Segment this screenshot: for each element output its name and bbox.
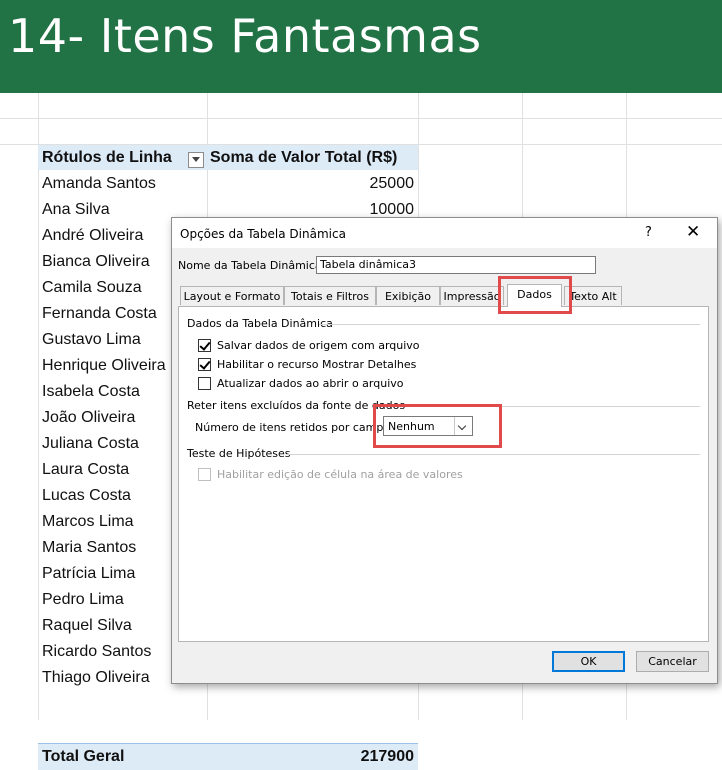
tab-panel-data: Dados da Tabela Dinâmica Salvar dados de… [178,306,709,642]
values-header: Soma de Valor Total (R$) [210,149,398,166]
row-label: Ana Silva [42,201,110,218]
row-label: Thiago Oliveira [42,669,150,686]
grand-total-row[interactable]: Total Geral 217900 [38,743,418,770]
refresh-on-open-label[interactable]: Atualizar dados ao abrir o arquivo [217,377,404,390]
cancel-button[interactable]: Cancelar [636,651,709,672]
highlight-retain-select [373,404,502,448]
row-label: Raquel Silva [42,617,132,634]
tab-printing[interactable]: Impressão [440,286,504,305]
show-details-checkbox[interactable] [198,358,211,371]
save-source-label[interactable]: Salvar dados de origem com arquivo [217,339,420,352]
row-label: Henrique Oliveira [42,357,166,374]
row-label: Juliana Costa [42,435,139,452]
separator [287,454,700,455]
page-title: 14- Itens Fantasmas [8,9,482,63]
pivot-name-field[interactable]: Tabela dinâmica3 [316,256,596,274]
enable-cell-edit-checkbox[interactable] [198,468,211,481]
separator [319,324,700,325]
ok-button[interactable]: OK [552,651,625,672]
row-label: Ricardo Santos [42,643,152,660]
show-details-label[interactable]: Habilitar o recurso Mostrar Detalhes [217,358,416,371]
filter-dropdown-icon[interactable] [188,152,204,168]
grand-total-value: 217900 [360,748,414,765]
section-pivot-data: Dados da Tabela Dinâmica [187,317,333,330]
pivot-header: Rótulos de Linha Soma de Valor Total (R$… [38,145,418,170]
row-label: João Oliveira [42,409,136,426]
title-banner: 14- Itens Fantasmas [0,0,722,93]
tab-display[interactable]: Exibição [376,286,440,305]
pivot-row[interactable]: Amanda Santos 25000 [38,171,418,197]
refresh-on-open-checkbox[interactable] [198,377,211,390]
row-label: André Oliveira [42,227,144,244]
row-label: Marcos Lima [42,513,134,530]
row-label: Patrícia Lima [42,565,136,582]
row-label: Bianca Oliveira [42,253,150,270]
tab-layout-format[interactable]: Layout e Formato [180,286,284,305]
row-label: Fernanda Costa [42,305,157,322]
row-label: Camila Souza [42,279,142,296]
row-label: Pedro Lima [42,591,124,608]
row-value: 25000 [369,175,415,192]
enable-cell-edit-label: Habilitar edição de célula na área de va… [217,468,463,481]
help-icon[interactable]: ? [645,225,652,240]
retain-items-label: Número de itens retidos por campo: [195,421,394,434]
pivot-options-dialog[interactable]: Opções da Tabela Dinâmica ? ✕ Nome da Ta… [171,217,718,684]
row-labels-header: Rótulos de Linha [42,149,172,166]
dialog-titlebar[interactable]: Opções da Tabela Dinâmica ? ✕ [172,218,717,248]
row-label: Maria Santos [42,539,137,556]
row-label: Lucas Costa [42,487,131,504]
highlight-data-tab [498,276,572,314]
row-label: Amanda Santos [42,175,156,192]
section-what-if: Teste de Hipóteses [187,447,291,460]
row-label: Laura Costa [42,461,130,478]
close-icon[interactable]: ✕ [686,222,700,242]
save-source-checkbox[interactable] [198,339,211,352]
dialog-title: Opções da Tabela Dinâmica [180,227,346,241]
tab-alt-text[interactable]: Texto Alt [564,286,622,305]
row-label: Gustavo Lima [42,331,141,348]
pivot-name-label: Nome da Tabela Dinâmica: [178,259,326,272]
row-label: Isabela Costa [42,383,140,400]
tab-totals-filters[interactable]: Totais e Filtros [284,286,376,305]
grid-row-line [0,118,722,119]
grand-total-label: Total Geral [42,748,125,765]
